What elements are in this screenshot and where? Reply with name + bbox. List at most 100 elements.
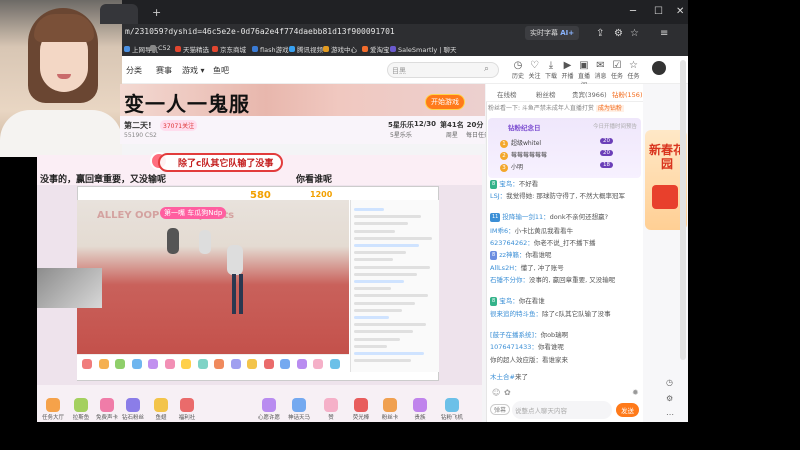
top-icon-0[interactable]: ◷ 历史 [510,60,526,80]
chat-username[interactable]: [鼓子在播系统]： [490,331,541,339]
minimize-button[interactable]: ─ [630,6,636,17]
chat-username[interactable]: 投降输一剑11： [502,213,549,221]
chat-tab-3[interactable]: 钻粉(156) [612,89,642,99]
embedded-gift-icon[interactable] [214,359,224,369]
realtime-subtitle-button[interactable]: 实时字幕 AI+ [525,26,580,40]
chat-username[interactable]: 很来追的特斗鱼： [490,310,542,318]
embedded-gift-icon[interactable] [247,359,257,369]
chat-tab-0[interactable]: 在线榜 [497,89,517,99]
chat-username[interactable]: 1076471433： [490,343,538,351]
gear-icon[interactable]: ⚙ [614,28,623,39]
gift-item-10[interactable]: 粉丝卡 [375,398,405,421]
avatar[interactable] [652,61,666,75]
embedded-gift-icon[interactable] [148,359,158,369]
new-tab-button[interactable]: + [152,6,161,19]
send-button[interactable]: 发送 [616,403,639,417]
history-icon[interactable]: ◷ [666,378,673,387]
follow-button[interactable]: 37071关注 [160,120,198,131]
top-icon-5[interactable]: ✉ 消息 [593,60,609,80]
gift-item-11[interactable]: 贵族 [405,398,435,421]
chat-username[interactable]: IM乖6： [490,227,515,235]
barrage-toggle[interactable]: 弹幕 [490,404,511,415]
gift-item-3[interactable]: 钻石粉丝 [118,398,148,421]
chat-username[interactable]: 宝鸟： [499,180,519,188]
embedded-gift-icon[interactable] [296,359,307,369]
bookmark-2[interactable]: 天猫精选 [175,44,209,54]
room-stat-2[interactable]: 第41名 周星 [440,120,464,139]
bookmark-7[interactable]: 爱淘宝 [362,44,390,54]
maximize-button[interactable]: ☐ [654,6,663,17]
festival-gift-icon[interactable] [652,185,678,209]
star-icon[interactable]: ☆ [630,28,639,39]
bookmark-6[interactable]: 游戏中心 [323,44,357,54]
page-scrollbar[interactable] [680,60,686,360]
top-icon-1[interactable]: ♡ 关注 [527,60,543,80]
gift-item-9[interactable]: 荧光棒 [346,398,376,421]
gift-item-5[interactable]: 福利社 [172,398,202,421]
embedded-gift-icon[interactable] [280,359,290,369]
rank-row[interactable]: 3 小明 18 [500,162,630,172]
chat-username[interactable]: LSJ： [490,192,506,200]
rank-row[interactable]: 1 超级whitel 20 [500,138,630,148]
gift-label: 贵族 [414,415,426,421]
embedded-gift-icon[interactable] [263,359,274,369]
embedded-gift-icon[interactable] [313,359,323,369]
start-game-button[interactable]: 开始游戏 [425,94,465,110]
chat-tab-1[interactable]: 粉丝榜 [536,89,556,99]
chat-username[interactable]: AllLs2H： [490,264,521,272]
room-stat-0[interactable]: 5星乐乐 5星乐乐 [388,120,414,139]
gift-item-8[interactable]: 赞 [316,398,346,421]
gift-item-7[interactable]: 神话天马 [284,398,314,421]
chat-input-placeholder[interactable]: 说整点人聊天内容 [515,405,567,415]
embedded-gift-icon[interactable] [98,359,109,369]
chat-username[interactable]: 623764262： [490,239,534,247]
share-icon[interactable]: ⇪ [596,28,604,39]
bookmark-1[interactable]: C52 [150,44,171,52]
stream-caption: 没事的，赢回章重要，又没输呢 [40,175,167,185]
rank-preview[interactable]: 今日开播时间预告 [593,122,637,130]
nav-item-3[interactable]: 鱼吧 [213,65,229,76]
chat-username[interactable]: 石锤不分你： [490,276,529,284]
bookmark-8[interactable]: SaleSmartly | 聊天 [390,44,457,54]
gift-item-12[interactable]: 钻粉飞机 [437,398,467,421]
url-text[interactable]: m/231059?dyshid=46c5e2e-0d76a2e4f774daeb… [125,27,395,36]
embedded-gift-icon[interactable] [329,359,340,369]
more-icon[interactable]: ⋯ [666,410,674,419]
gift-icon[interactable]: ✿ [504,388,511,397]
bookmark-5[interactable]: 腾讯视频 [289,44,323,54]
embedded-gift-icon[interactable] [131,359,142,369]
gift-item-0[interactable]: 任务大厅 [38,398,68,421]
top-icon-6[interactable]: ☑ 任务 [609,60,625,80]
bookmark-3[interactable]: 京东商城 [212,44,246,54]
settings-icon[interactable]: ⚙ [666,394,673,403]
bookmark-label: 爱淘宝 [370,46,390,54]
nav-item-1[interactable]: 赛事 [156,65,172,76]
embedded-gift-icon[interactable] [82,359,92,369]
embedded-gift-icon[interactable] [181,359,191,369]
top-icon-2[interactable]: ⤓ 下载 [543,60,559,80]
embedded-gift-icon[interactable] [164,359,175,369]
room-stat-1[interactable]: 12/30 [414,120,436,128]
embedded-gift-icon[interactable] [197,359,208,369]
chat-tab-2[interactable]: 贵宾(3966) [572,89,607,99]
search-input[interactable]: 目黑 [392,66,406,76]
nav-item-0[interactable]: 分类 [126,65,142,76]
search-icon[interactable]: ⌕ [484,64,489,74]
fan-link[interactable]: 成为钻粉 [595,105,624,112]
close-button[interactable]: ✕ [676,6,684,17]
chat-username[interactable]: 宝鸟： [499,297,519,305]
smile-icon[interactable]: ☺ [492,388,500,397]
chat-username[interactable]: zz神籁： [499,251,525,259]
gift-item-6[interactable]: 心愿许愿 [254,398,284,421]
rank-row[interactable]: 2 莓莓莓莓莓莓 20 [500,150,630,160]
menu-icon[interactable]: ≡ [660,28,668,39]
top-icon-7[interactable]: ☆ 任务 [626,60,642,80]
top-icon-3[interactable]: ▶ 开播 [560,60,576,80]
bookmark-4[interactable]: flash游戏 [252,44,289,54]
fire-icon[interactable]: ✹ [632,388,639,397]
chat-username[interactable]: 木土合# [490,373,515,381]
browser-tab[interactable] [100,4,138,24]
embedded-gift-icon[interactable] [230,359,241,369]
nav-item-2[interactable]: 游戏 ▾ [182,65,205,76]
embedded-gift-icon[interactable] [115,359,125,369]
